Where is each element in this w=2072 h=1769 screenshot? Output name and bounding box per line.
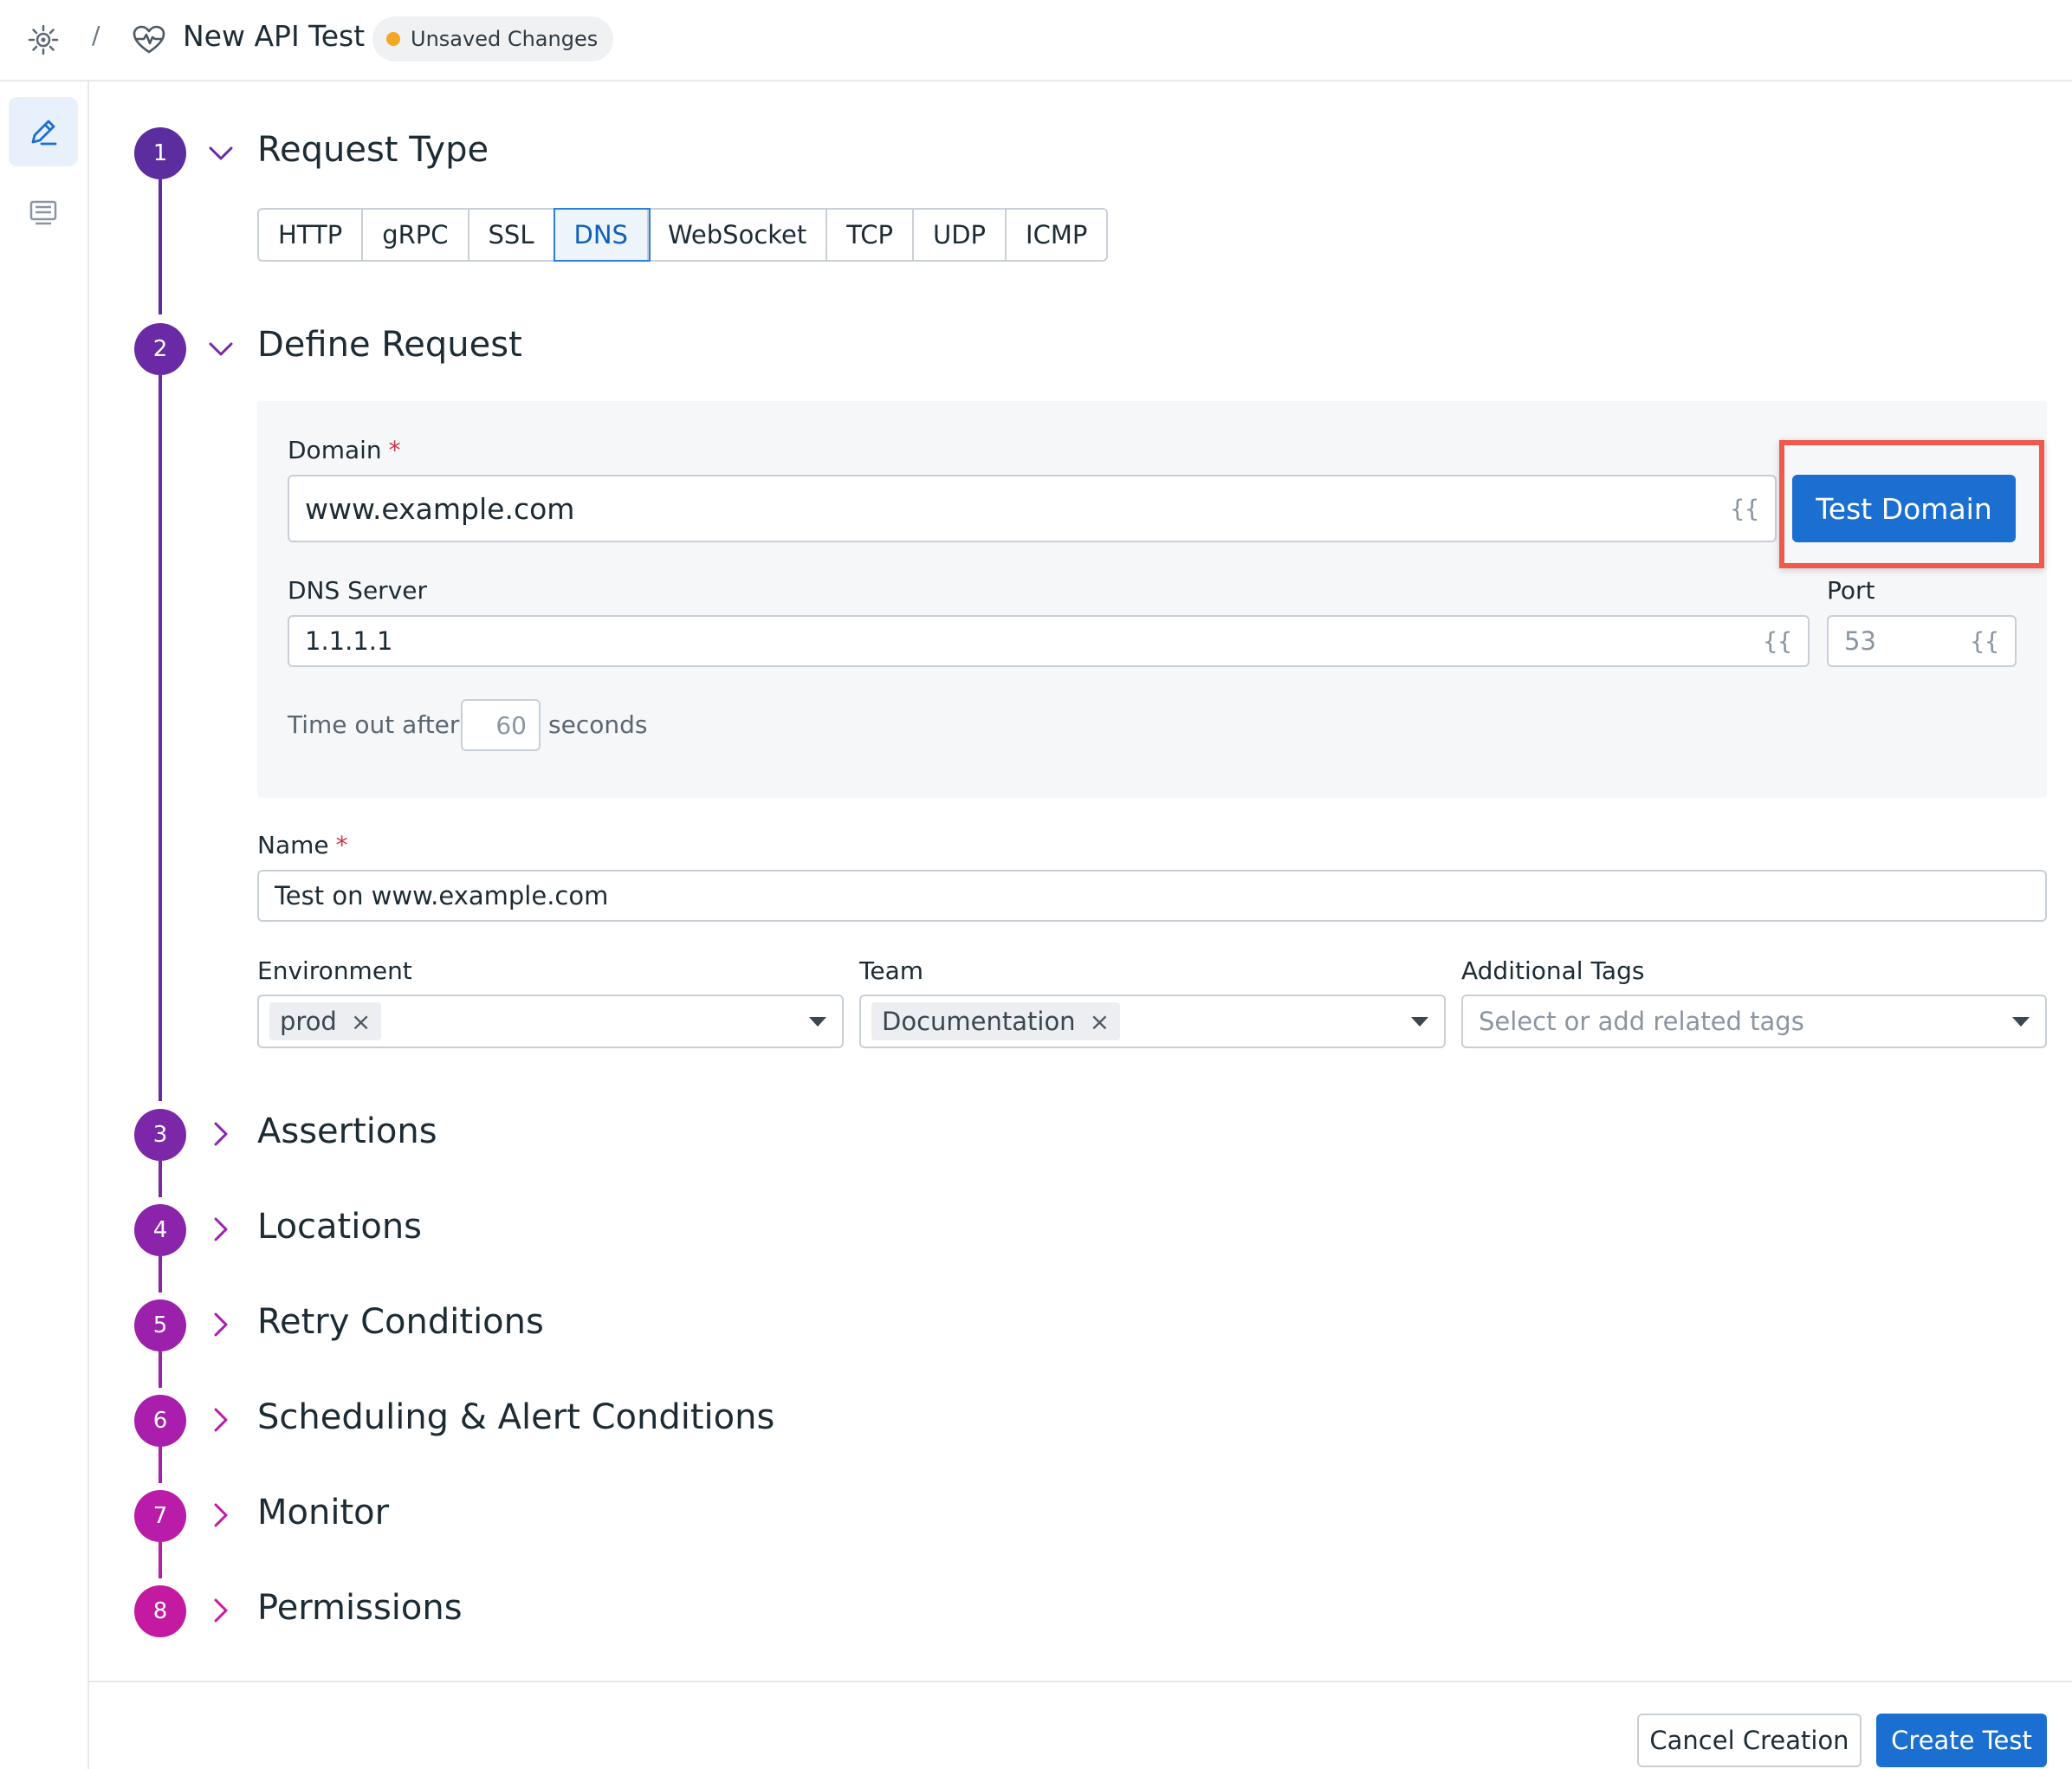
step-title-permissions[interactable]: Permissions [257, 1588, 463, 1628]
team-chip-label: Documentation [882, 1007, 1076, 1036]
chevron-right-icon[interactable] [206, 1596, 236, 1625]
step-number: 8 [134, 1585, 186, 1637]
team-select[interactable]: Documentation × [859, 995, 1446, 1048]
status-badge-label: Unsaved Changes [411, 27, 599, 51]
heartbeat-icon [133, 25, 165, 54]
caret-down-icon [1411, 1017, 1428, 1027]
environment-label: Environment [257, 956, 412, 985]
port-placeholder: 53 [1844, 626, 1876, 656]
team-label: Team [859, 956, 924, 985]
timeout-value: 60 [495, 710, 527, 740]
step-connector [159, 1447, 162, 1483]
request-type-tcp[interactable]: TCP [827, 210, 914, 260]
domain-input-value: www.example.com [305, 491, 575, 526]
breadcrumb-separator: / [92, 21, 100, 49]
step-connector [159, 1351, 162, 1388]
rail-edit-button[interactable] [9, 97, 78, 166]
name-label: Name * [257, 831, 348, 859]
request-type-dns[interactable]: DNS [554, 210, 649, 260]
tags-select[interactable]: Select or add related tags [1461, 995, 2047, 1048]
cancel-creation-button[interactable]: Cancel Creation [1637, 1714, 1862, 1767]
step-number: 7 [134, 1490, 186, 1542]
request-type-grpc[interactable]: gRPC [363, 210, 469, 260]
datadog-logo-icon[interactable] [26, 23, 61, 57]
left-rail [0, 81, 89, 1769]
step-title-locations[interactable]: Locations [257, 1207, 422, 1247]
chevron-right-icon[interactable] [206, 1405, 236, 1435]
step-connector [159, 375, 162, 1101]
status-dot [386, 32, 400, 46]
step-connector [159, 1256, 162, 1293]
step-connector [159, 1542, 162, 1578]
dns-server-input[interactable]: 1.1.1.1 {{ [288, 615, 1810, 667]
request-type-icmp[interactable]: ICMP [1007, 210, 1107, 260]
chevron-down-icon[interactable] [206, 139, 236, 168]
pencil-icon [31, 120, 57, 146]
domain-input[interactable]: www.example.com {{ [288, 475, 1777, 542]
create-test-button[interactable]: Create Test [1876, 1714, 2047, 1767]
step-number: 6 [134, 1395, 186, 1447]
request-type-selector: HTTP gRPC SSL DNS WebSocket TCP UDP ICMP [257, 208, 1109, 262]
environment-chip: prod × [269, 1002, 382, 1040]
dns-server-value: 1.1.1.1 [305, 626, 393, 656]
name-input[interactable]: Test on www.example.com [257, 870, 2047, 922]
caret-down-icon [809, 1017, 826, 1027]
step-number: 3 [134, 1109, 186, 1161]
chevron-right-icon[interactable] [206, 1310, 236, 1339]
step-title-retry-conditions[interactable]: Retry Conditions [257, 1302, 544, 1342]
port-label: Port [1827, 576, 1875, 605]
step-connector [159, 179, 162, 314]
timeout-input[interactable]: 60 [461, 699, 541, 751]
port-input[interactable]: 53 {{ [1827, 615, 2017, 667]
request-type-websocket[interactable]: WebSocket [648, 210, 828, 260]
step-connector [159, 1161, 162, 1197]
remove-icon[interactable]: × [351, 1008, 371, 1036]
variable-icon[interactable]: {{ [1730, 495, 1759, 523]
remove-icon[interactable]: × [1090, 1008, 1110, 1036]
timeout-prefix: Time out after [288, 710, 460, 739]
step-title-request-type[interactable]: Request Type [257, 130, 489, 170]
dns-server-label: DNS Server [288, 576, 427, 605]
step-number: 2 [134, 323, 186, 375]
environment-select[interactable]: prod × [257, 995, 844, 1048]
environment-chip-label: prod [280, 1007, 337, 1036]
page-title: New API Test [183, 19, 366, 53]
step-title-monitor[interactable]: Monitor [257, 1493, 389, 1532]
chevron-down-icon[interactable] [206, 334, 236, 364]
request-type-ssl[interactable]: SSL [469, 210, 555, 260]
top-bar: / New API Test Unsaved Changes [0, 0, 2072, 81]
request-type-udp[interactable]: UDP [914, 210, 1007, 260]
step-number: 1 [134, 127, 186, 179]
step-title-assertions[interactable]: Assertions [257, 1111, 437, 1151]
rail-list-button[interactable] [9, 178, 78, 248]
variable-icon[interactable]: {{ [1763, 627, 1792, 656]
timeout-suffix: seconds [548, 710, 648, 739]
step-title-define-request[interactable]: Define Request [257, 325, 522, 365]
status-badge: Unsaved Changes [372, 16, 614, 62]
domain-label: Domain * [288, 436, 401, 464]
step-number: 5 [134, 1299, 186, 1351]
team-chip: Documentation × [871, 1002, 1121, 1040]
request-type-http[interactable]: HTTP [259, 210, 364, 260]
step-number: 4 [134, 1204, 186, 1256]
tags-label: Additional Tags [1461, 956, 1645, 985]
highlight-annotation [1779, 440, 2044, 568]
variable-icon[interactable]: {{ [1970, 627, 1999, 656]
caret-down-icon [2012, 1017, 2030, 1027]
tags-placeholder: Select or add related tags [1479, 1007, 1804, 1036]
chevron-right-icon[interactable] [206, 1215, 236, 1244]
name-input-value: Test on www.example.com [275, 881, 609, 910]
step-title-scheduling-alert-conditions[interactable]: Scheduling & Alert Conditions [257, 1397, 774, 1437]
chevron-right-icon[interactable] [206, 1119, 236, 1149]
list-icon [29, 200, 57, 225]
chevron-right-icon[interactable] [206, 1500, 236, 1530]
